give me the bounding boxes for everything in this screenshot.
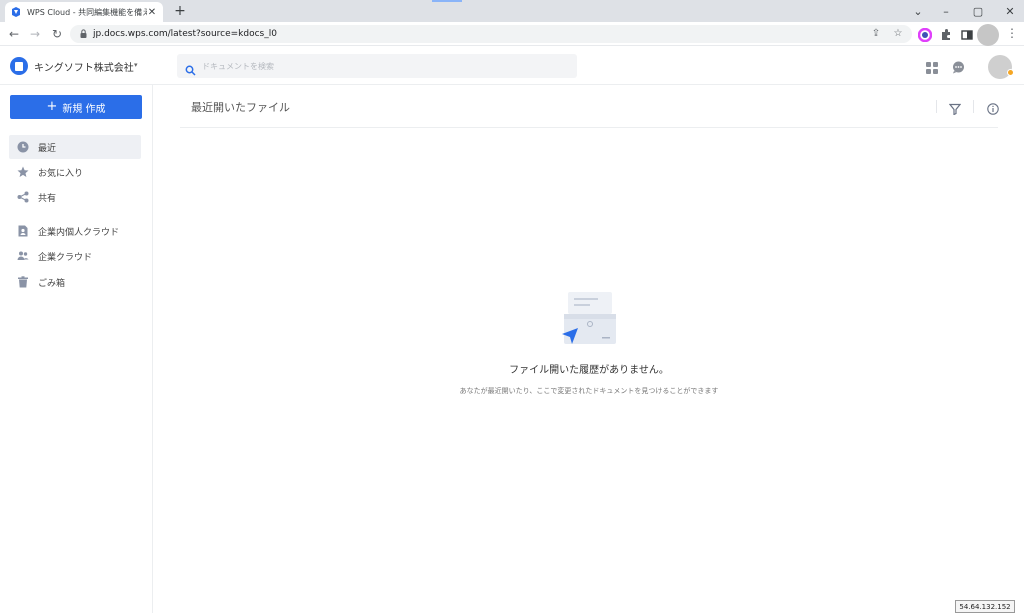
search-box[interactable] bbox=[177, 54, 577, 78]
side-panel-icon[interactable] bbox=[960, 27, 974, 41]
new-create-button[interactable]: + 新規 作成 bbox=[10, 95, 142, 119]
clock-icon bbox=[17, 141, 29, 153]
color-extension-icon[interactable] bbox=[917, 27, 933, 43]
document-logo-icon bbox=[15, 61, 23, 71]
sidebar-item-label: 企業クラウド bbox=[38, 252, 93, 263]
sidebar-item-label: 企業内個人クラウド bbox=[38, 227, 120, 238]
reload-icon[interactable]: ↻ bbox=[49, 26, 65, 42]
tab-close-icon[interactable]: ✕ bbox=[147, 7, 157, 18]
minimize-button[interactable]: – bbox=[930, 0, 962, 22]
company-name[interactable]: キングソフト株式会社 bbox=[34, 59, 134, 74]
sidebar-item-favorites[interactable]: お気に入り bbox=[9, 160, 141, 184]
wps-favicon-icon bbox=[11, 7, 21, 17]
personal-doc-icon bbox=[17, 225, 29, 237]
team-icon bbox=[17, 250, 29, 262]
search-input[interactable] bbox=[202, 61, 562, 71]
empty-folder-illustration bbox=[560, 290, 620, 352]
sidebar-item-shared[interactable]: 共有 bbox=[9, 185, 141, 209]
browser-toolbar: ← → ↻ jp.docs.wps.com/latest?source=kdoc… bbox=[0, 22, 1024, 46]
extensions-puzzle-icon[interactable] bbox=[939, 27, 953, 41]
page-title: 最近開いたファイル bbox=[191, 101, 290, 114]
toolbar-divider bbox=[973, 100, 974, 113]
chat-icon[interactable] bbox=[952, 59, 966, 74]
browser-tab-strip: WPS Cloud - 共同編集機能を備え ✕ + ⌄ – ▢ ✕ bbox=[0, 0, 1024, 22]
trash-icon bbox=[17, 276, 29, 288]
sidebar-item-recent[interactable]: 最近 bbox=[9, 135, 141, 159]
sidebar-item-trash[interactable]: ごみ箱 bbox=[9, 270, 141, 294]
bookmark-star-icon[interactable]: ☆ bbox=[891, 25, 905, 43]
sidebar-item-label: ごみ箱 bbox=[38, 278, 66, 289]
sidebar-item-enterprise-cloud[interactable]: 企業クラウド bbox=[9, 244, 141, 268]
lock-icon bbox=[80, 28, 87, 40]
sidebar-item-label: お気に入り bbox=[38, 168, 84, 179]
browser-profile-avatar[interactable] bbox=[977, 24, 999, 46]
back-arrow-icon[interactable]: ← bbox=[6, 26, 22, 42]
share-icon bbox=[17, 191, 29, 203]
app-logo[interactable] bbox=[10, 57, 28, 75]
app-header: キングソフト株式会社 ▾ bbox=[0, 47, 1024, 85]
sidebar: + 新規 作成 最近 お気に入り 共有 企業内個人クラウド 企業クラウド ごみ箱 bbox=[0, 85, 153, 613]
apps-grid-icon[interactable] bbox=[926, 59, 940, 74]
restore-button[interactable]: ▢ bbox=[962, 0, 994, 22]
new-tab-button[interactable]: + bbox=[172, 2, 188, 20]
browser-tab[interactable]: WPS Cloud - 共同編集機能を備え ✕ bbox=[5, 2, 163, 22]
tab-title: WPS Cloud - 共同編集機能を備え bbox=[27, 7, 147, 17]
url-text: jp.docs.wps.com/latest?source=kdocs_l0 bbox=[93, 29, 277, 39]
browser-menu-icon[interactable]: ⋮ bbox=[1006, 26, 1018, 40]
header-divider bbox=[180, 127, 998, 128]
empty-state-title: ファイル開いた履歴がありません。 bbox=[509, 365, 669, 376]
empty-state-subtitle: あなたが最近開いたり、ここで変更されたドキュメントを見つけることができます bbox=[459, 387, 719, 395]
close-window-button[interactable]: ✕ bbox=[994, 0, 1024, 22]
sidebar-item-label: 最近 bbox=[38, 143, 57, 154]
search-icon bbox=[185, 61, 196, 76]
plus-icon: + bbox=[46, 99, 58, 114]
forward-arrow-icon[interactable]: → bbox=[27, 26, 43, 42]
sidebar-item-personal-cloud[interactable]: 企業内個人クラウド bbox=[9, 219, 141, 243]
info-icon[interactable] bbox=[987, 100, 1000, 115]
new-create-label: 新規 作成 bbox=[62, 103, 106, 115]
notification-badge bbox=[1007, 69, 1014, 76]
toolbar-divider bbox=[936, 100, 937, 113]
share-page-icon[interactable]: ⇪ bbox=[869, 25, 883, 43]
star-icon bbox=[17, 166, 29, 178]
sidebar-item-label: 共有 bbox=[38, 193, 57, 204]
filter-icon[interactable] bbox=[948, 100, 962, 116]
tab-drag-indicator bbox=[432, 0, 462, 2]
ip-address-label: 54.64.132.152 bbox=[955, 600, 1015, 613]
address-bar[interactable]: jp.docs.wps.com/latest?source=kdocs_l0 bbox=[70, 25, 912, 43]
company-dropdown-icon[interactable]: ▾ bbox=[134, 61, 138, 69]
